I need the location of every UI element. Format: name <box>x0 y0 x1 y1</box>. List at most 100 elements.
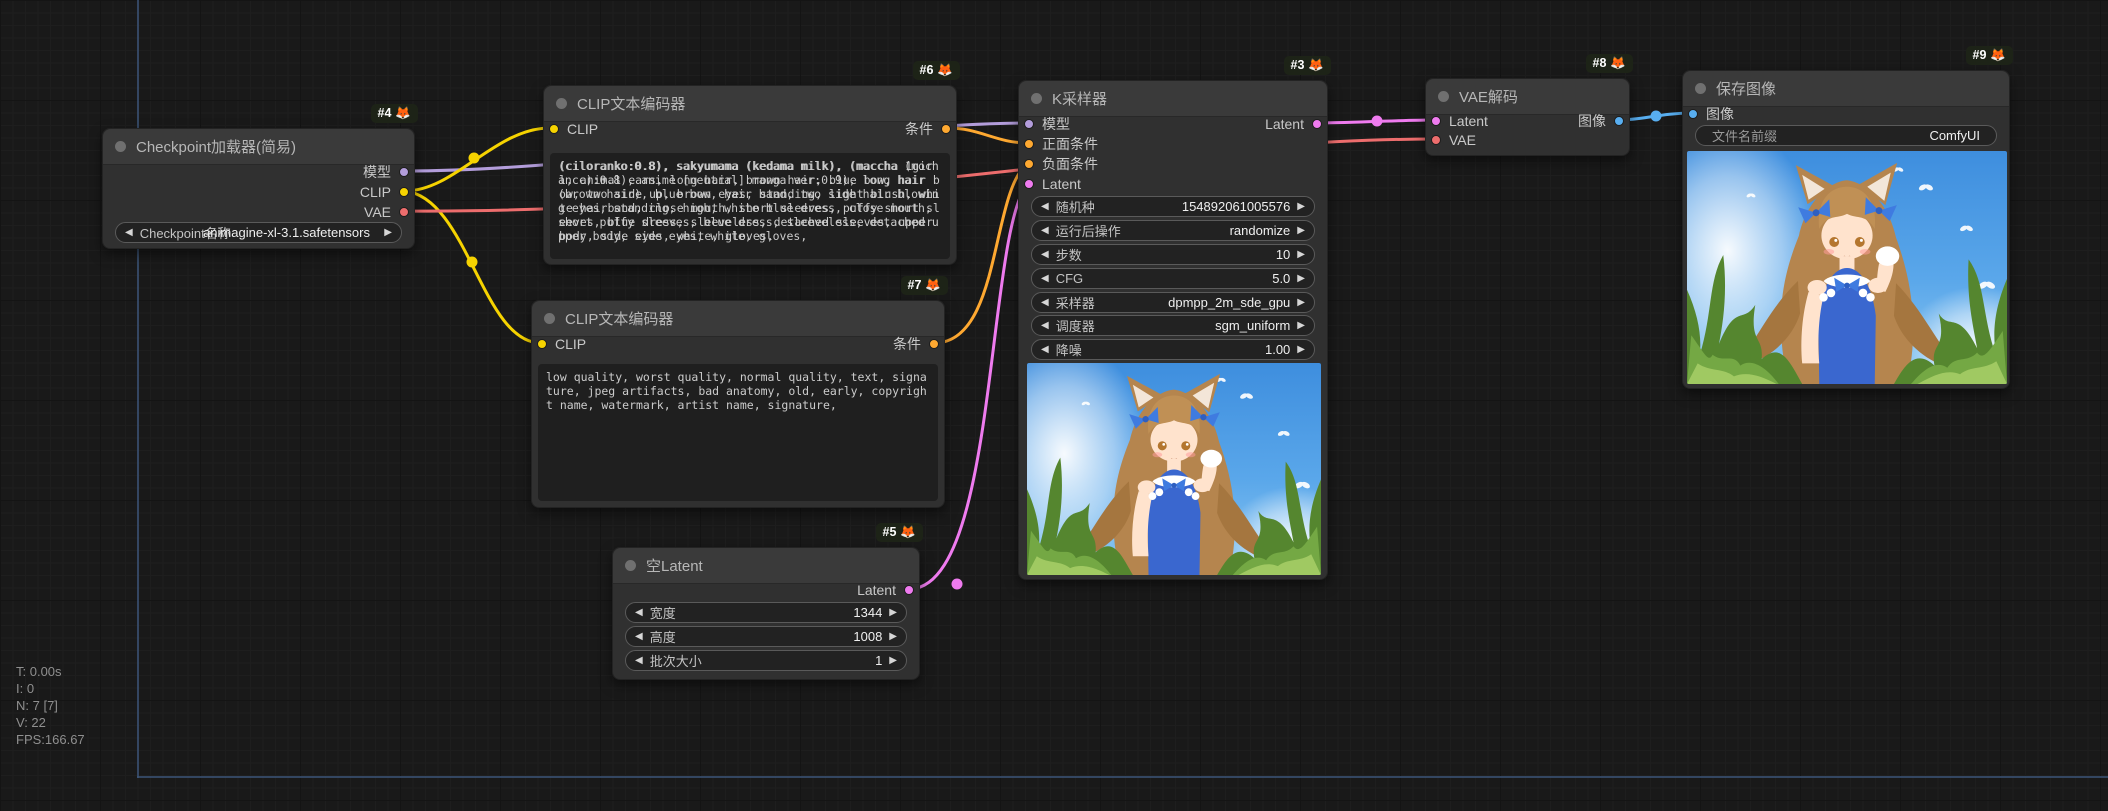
slot-label: Latent <box>1265 116 1304 132</box>
prev-arrow-icon[interactable]: ◀ <box>1041 344 1049 355</box>
node-header[interactable]: 保存图像 <box>1683 71 2009 107</box>
next-arrow-icon[interactable]: ▶ <box>1297 273 1305 284</box>
next-arrow-icon[interactable]: ▶ <box>1297 201 1305 212</box>
output-slot-vae[interactable]: VAE <box>364 202 409 222</box>
slot-label: CLIP <box>567 121 598 137</box>
next-arrow-icon[interactable]: ▶ <box>1297 249 1305 260</box>
slot-label: 条件 <box>905 119 933 139</box>
collapse-dot-icon[interactable] <box>556 98 567 109</box>
input-slot-clip[interactable]: CLIP <box>537 334 586 354</box>
collapse-dot-icon[interactable] <box>625 560 636 571</box>
model-socket[interactable] <box>1024 119 1034 129</box>
next-arrow-icon[interactable]: ▶ <box>889 631 897 642</box>
node-header[interactable]: CLIP文本编码器 <box>544 86 956 122</box>
clip-socket[interactable] <box>549 124 559 134</box>
output-slot-conditioning[interactable]: 条件 <box>893 334 939 354</box>
checkpoint-name-widget[interactable]: ◀ Checkpoint名称 animagine-xl-3.1.safetens… <box>115 222 402 243</box>
negative-prompt-textarea[interactable]: low quality, worst quality, normal quali… <box>538 364 938 501</box>
prev-arrow-icon[interactable]: ◀ <box>1041 273 1049 284</box>
conditioning-socket[interactable] <box>1024 139 1034 149</box>
prev-arrow-icon[interactable]: ◀ <box>1041 249 1049 260</box>
conditioning-socket[interactable] <box>941 124 951 134</box>
control-after-generate-widget[interactable]: ◀ 运行后操作 randomize ▶ <box>1031 220 1315 241</box>
model-socket[interactable] <box>399 167 409 177</box>
prev-arrow-icon[interactable]: ◀ <box>125 227 133 238</box>
cfg-widget[interactable]: ◀ CFG 5.0 ▶ <box>1031 268 1315 289</box>
output-slot-clip[interactable]: CLIP <box>360 182 409 202</box>
prev-arrow-icon[interactable]: ◀ <box>1041 297 1049 308</box>
input-slot-negative[interactable]: 负面条件 <box>1024 154 1098 174</box>
clip-socket[interactable] <box>537 339 547 349</box>
input-slot-latent[interactable]: Latent <box>1431 111 1488 131</box>
input-slot-model[interactable]: 模型 <box>1024 114 1070 134</box>
node-graph-canvas[interactable]: { "ui": { "badge_icon": "🦊" }, "colors":… <box>0 0 2108 811</box>
output-slot-conditioning[interactable]: 条件 <box>905 119 951 139</box>
collapse-dot-icon[interactable] <box>1438 91 1449 102</box>
positive-prompt-textarea[interactable]: (ciloranko:0.8), sakyumama (kedama milk)… <box>550 153 950 259</box>
conditioning-socket[interactable] <box>929 339 939 349</box>
filename-prefix-widget[interactable]: 文件名前缀 ComfyUI <box>1695 125 1997 146</box>
next-arrow-icon[interactable]: ▶ <box>889 655 897 666</box>
scheduler-widget[interactable]: ◀ 调度器 sgm_uniform ▶ <box>1031 315 1315 336</box>
latent-socket[interactable] <box>1024 179 1034 189</box>
node-vae-decode[interactable]: #8 🦊 VAE解码 Latent VAE 图像 <box>1425 78 1630 156</box>
next-arrow-icon[interactable]: ▶ <box>1297 225 1305 236</box>
input-slot-latent[interactable]: Latent <box>1024 174 1081 194</box>
node-clip-encode-negative[interactable]: #7 🦊 CLIP文本编码器 CLIP 条件 low quality, wors… <box>531 300 945 508</box>
node-checkpoint-loader[interactable]: #4 🦊 Checkpoint加载器(简易) 模型 CLIP VAE ◀ Che… <box>102 128 415 249</box>
next-arrow-icon[interactable]: ▶ <box>384 227 392 238</box>
image-socket[interactable] <box>1688 109 1698 119</box>
image-socket[interactable] <box>1614 116 1624 126</box>
next-arrow-icon[interactable]: ▶ <box>1297 297 1305 308</box>
node-header[interactable]: K采样器 <box>1019 81 1327 117</box>
prev-arrow-icon[interactable]: ◀ <box>1041 320 1049 331</box>
latent-socket[interactable] <box>1312 119 1322 129</box>
denoise-widget[interactable]: ◀ 降噪 1.00 ▶ <box>1031 339 1315 360</box>
output-slot-image[interactable]: 图像 <box>1578 111 1624 131</box>
next-arrow-icon[interactable]: ▶ <box>889 607 897 618</box>
height-widget[interactable]: ◀ 高度 1008 ▶ <box>625 626 907 647</box>
input-slot-clip[interactable]: CLIP <box>549 119 598 139</box>
next-arrow-icon[interactable]: ▶ <box>1297 320 1305 331</box>
vae-socket[interactable] <box>399 207 409 217</box>
collapse-dot-icon[interactable] <box>1695 83 1706 94</box>
prev-arrow-icon[interactable]: ◀ <box>635 655 643 666</box>
node-empty-latent[interactable]: #5 🦊 空Latent Latent ◀ 宽度 1344 ▶ ◀ 高度 100… <box>612 547 920 680</box>
node-clip-encode-positive[interactable]: #6 🦊 CLIP文本编码器 CLIP 条件 (ciloranko:0.8), … <box>543 85 957 265</box>
node-save-image[interactable]: #9 🦊 保存图像 图像 文件名前缀 ComfyUI <box>1682 70 2010 389</box>
next-arrow-icon[interactable]: ▶ <box>1297 344 1305 355</box>
fox-icon: 🦊 <box>1990 48 2006 63</box>
clip-socket[interactable] <box>399 187 409 197</box>
prev-arrow-icon[interactable]: ◀ <box>635 607 643 618</box>
vae-socket[interactable] <box>1431 135 1441 145</box>
node-ksampler[interactable]: #3 🦊 K采样器 模型 正面条件 负面条件 Latent Latent ◀ 随… <box>1018 80 1328 580</box>
width-widget[interactable]: ◀ 宽度 1344 ▶ <box>625 602 907 623</box>
output-slot-latent[interactable]: Latent <box>857 580 914 600</box>
node-header[interactable]: 空Latent <box>613 548 919 584</box>
latent-socket[interactable] <box>1431 116 1441 126</box>
seed-widget[interactable]: ◀ 随机种 154892061005576 ▶ <box>1031 196 1315 217</box>
latent-socket[interactable] <box>904 585 914 595</box>
input-slot-vae[interactable]: VAE <box>1431 130 1476 150</box>
batch-size-widget[interactable]: ◀ 批次大小 1 ▶ <box>625 650 907 671</box>
collapse-dot-icon[interactable] <box>1031 93 1042 104</box>
output-slot-model[interactable]: 模型 <box>363 162 409 182</box>
collapse-dot-icon[interactable] <box>115 141 126 152</box>
node-header[interactable]: VAE解码 <box>1426 79 1629 115</box>
output-slot-latent[interactable]: Latent <box>1265 114 1322 134</box>
steps-widget[interactable]: ◀ 步数 10 ▶ <box>1031 244 1315 265</box>
prev-arrow-icon[interactable]: ◀ <box>1041 225 1049 236</box>
collapse-dot-icon[interactable] <box>544 313 555 324</box>
input-slot-image[interactable]: 图像 <box>1688 104 1734 124</box>
prev-arrow-icon[interactable]: ◀ <box>635 631 643 642</box>
input-slot-positive[interactable]: 正面条件 <box>1024 134 1098 154</box>
node-header[interactable]: CLIP文本编码器 <box>532 301 944 337</box>
prev-arrow-icon[interactable]: ◀ <box>1041 201 1049 212</box>
widget-value: 1008 <box>853 629 882 644</box>
sampler-name-widget[interactable]: ◀ 采样器 dpmpp_2m_sde_gpu ▶ <box>1031 292 1315 313</box>
fox-icon: 🦊 <box>395 106 411 121</box>
conditioning-socket[interactable] <box>1024 159 1034 169</box>
slot-label: Latent <box>1449 113 1488 129</box>
widget-label: 运行后操作 <box>1056 221 1121 240</box>
node-header[interactable]: Checkpoint加载器(简易) <box>103 129 414 165</box>
